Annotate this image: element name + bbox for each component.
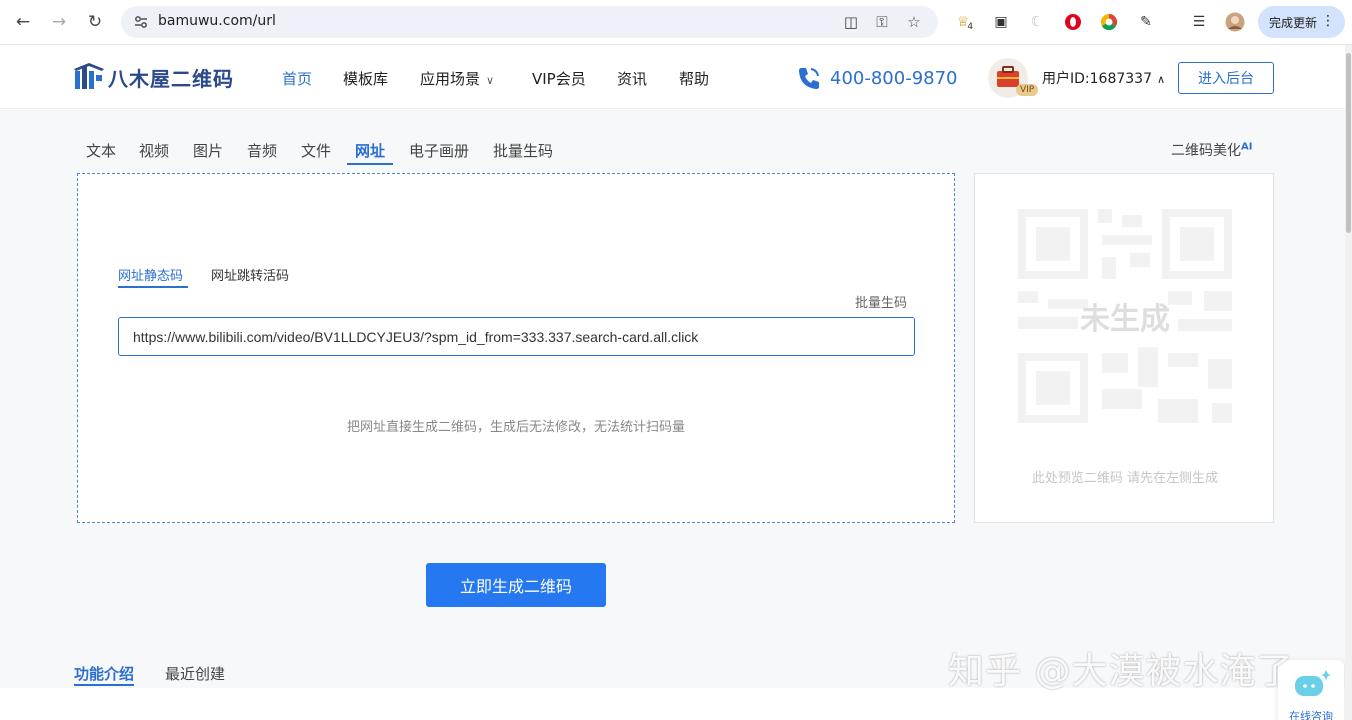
page-scrollbar[interactable] bbox=[1345, 45, 1352, 720]
chat-bot-icon bbox=[1295, 670, 1331, 696]
phone-contact: 400-800-9870 bbox=[796, 65, 958, 91]
beautify-label: 二维码美化 bbox=[1171, 143, 1241, 159]
nav-scenarios[interactable]: 应用场景 ∨ bbox=[420, 68, 494, 89]
chevron-down-icon: ∨ bbox=[486, 74, 495, 87]
sub-tab-indicator bbox=[118, 286, 188, 288]
bookmark-star-icon[interactable]: ☆ bbox=[905, 13, 923, 31]
chevron-up-icon: ∧ bbox=[1156, 73, 1166, 86]
browser-toolbar: ← → ↻ bamuwu.com/url ◫ ⚿ ☆ ♕ 4 ▣ ☾ ✎ ☰ 完成… bbox=[0, 0, 1352, 45]
ai-badge: AI bbox=[1241, 141, 1253, 153]
back-icon[interactable]: ← bbox=[10, 9, 36, 35]
nav-news[interactable]: 资讯 bbox=[617, 68, 647, 89]
logo-mark-icon bbox=[74, 63, 104, 89]
opera-extension-icon[interactable] bbox=[1063, 12, 1083, 32]
trophy-extension-icon[interactable]: ♕ 4 bbox=[955, 12, 975, 32]
tab-url[interactable]: 网址 bbox=[355, 140, 385, 161]
user-avatar[interactable]: VIP bbox=[988, 58, 1039, 98]
nav-help[interactable]: 帮助 bbox=[679, 68, 709, 89]
screenshot-icon[interactable]: ▣ bbox=[991, 12, 1011, 32]
preview-hint: 此处预览二维码 请先在左侧生成 bbox=[1031, 471, 1219, 486]
qr-status-text: 未生成 bbox=[1080, 302, 1170, 337]
tab-static-code[interactable]: 网址静态码 bbox=[118, 265, 183, 284]
cast-off-icon[interactable]: ◫ bbox=[842, 13, 860, 31]
key-icon[interactable]: ⚿ bbox=[873, 13, 891, 31]
tab-file[interactable]: 文件 bbox=[301, 140, 331, 161]
tab-audio[interactable]: 音频 bbox=[247, 140, 277, 161]
site-header: 八木屋二维码 首页 模板库 应用场景 ∨ VIP会员 资讯 帮助 400-800-… bbox=[0, 45, 1345, 109]
tab-batch[interactable]: 批量生码 bbox=[493, 140, 553, 161]
tab-text[interactable]: 文本 bbox=[86, 140, 116, 161]
forward-icon[interactable]: → bbox=[46, 9, 72, 35]
phone-icon bbox=[799, 68, 819, 89]
tab-features[interactable]: 功能介绍 bbox=[74, 663, 134, 684]
address-bar[interactable]: bamuwu.com/url ◫ ⚿ ☆ bbox=[121, 6, 938, 38]
tab-recent[interactable]: 最近创建 bbox=[165, 663, 225, 684]
phone-number: 400-800-9870 bbox=[830, 67, 958, 89]
extension-badge: 4 bbox=[967, 22, 974, 32]
media-playlist-icon[interactable]: ☰ bbox=[1189, 12, 1209, 32]
nav-home[interactable]: 首页 bbox=[282, 68, 312, 89]
bottom-tab-indicator bbox=[74, 684, 134, 686]
static-code-hint: 把网址直接生成二维码，生成后无法修改，无法统计扫码量 bbox=[346, 420, 685, 435]
watermark-text: 知乎 @大漠被水淹了 bbox=[948, 651, 1294, 692]
site-settings-icon[interactable] bbox=[133, 14, 149, 30]
update-label: 完成更新 bbox=[1269, 15, 1318, 30]
main-content: 文本 视频 图片 音频 文件 网址 电子画册 批量生码 二维码美化AI 网址静态… bbox=[0, 110, 1345, 720]
user-id-menu[interactable]: 用户ID:1687337 ∧ bbox=[1042, 68, 1165, 88]
logo-text: 八木屋二维码 bbox=[108, 66, 234, 91]
more-menu-icon[interactable]: ⋮ bbox=[1321, 13, 1335, 29]
qr-beautify-link[interactable]: 二维码美化AI bbox=[1171, 140, 1252, 160]
tab-video[interactable]: 视频 bbox=[139, 140, 169, 161]
url-editor-panel: 网址静态码 网址跳转活码 批量生码 把网址直接生成二维码，生成后无法修改，无法统… bbox=[77, 173, 955, 523]
nav-templates[interactable]: 模板库 bbox=[343, 68, 388, 89]
generate-qr-button[interactable]: 立即生成二维码 bbox=[426, 563, 606, 607]
site-logo[interactable]: 八木屋二维码 bbox=[74, 62, 234, 92]
scrollbar-thumb[interactable] bbox=[1346, 53, 1351, 233]
profile-avatar-icon[interactable] bbox=[1225, 12, 1245, 32]
batch-generate-link[interactable]: 批量生码 bbox=[855, 292, 907, 311]
update-button[interactable]: 完成更新 ⋮ bbox=[1258, 6, 1345, 38]
vip-badge: VIP bbox=[1016, 84, 1039, 96]
reload-icon[interactable]: ↻ bbox=[82, 9, 108, 35]
user-id-text: 用户ID:1687337 bbox=[1042, 71, 1152, 87]
extensions-puzzle-icon[interactable]: ✎ bbox=[1136, 12, 1156, 32]
url-text[interactable]: bamuwu.com/url bbox=[158, 13, 276, 29]
tab-image[interactable]: 图片 bbox=[193, 140, 223, 161]
tab-dynamic-code[interactable]: 网址跳转活码 bbox=[211, 265, 289, 284]
url-input[interactable] bbox=[118, 317, 915, 356]
tab-ebook[interactable]: 电子画册 bbox=[409, 140, 469, 161]
moon-extension-icon[interactable]: ☾ bbox=[1027, 12, 1047, 32]
color-wheel-extension-icon[interactable] bbox=[1099, 12, 1119, 32]
qr-preview-panel: 未生成 此处预览二维码 请先在左侧生成 bbox=[974, 173, 1274, 523]
active-tab-indicator bbox=[347, 163, 393, 165]
nav-scenarios-label: 应用场景 bbox=[420, 70, 481, 88]
enter-backend-button[interactable]: 进入后台 bbox=[1178, 62, 1274, 94]
nav-vip[interactable]: VIP会员 bbox=[532, 68, 586, 89]
consult-label: 在线咨询 bbox=[1289, 710, 1333, 720]
